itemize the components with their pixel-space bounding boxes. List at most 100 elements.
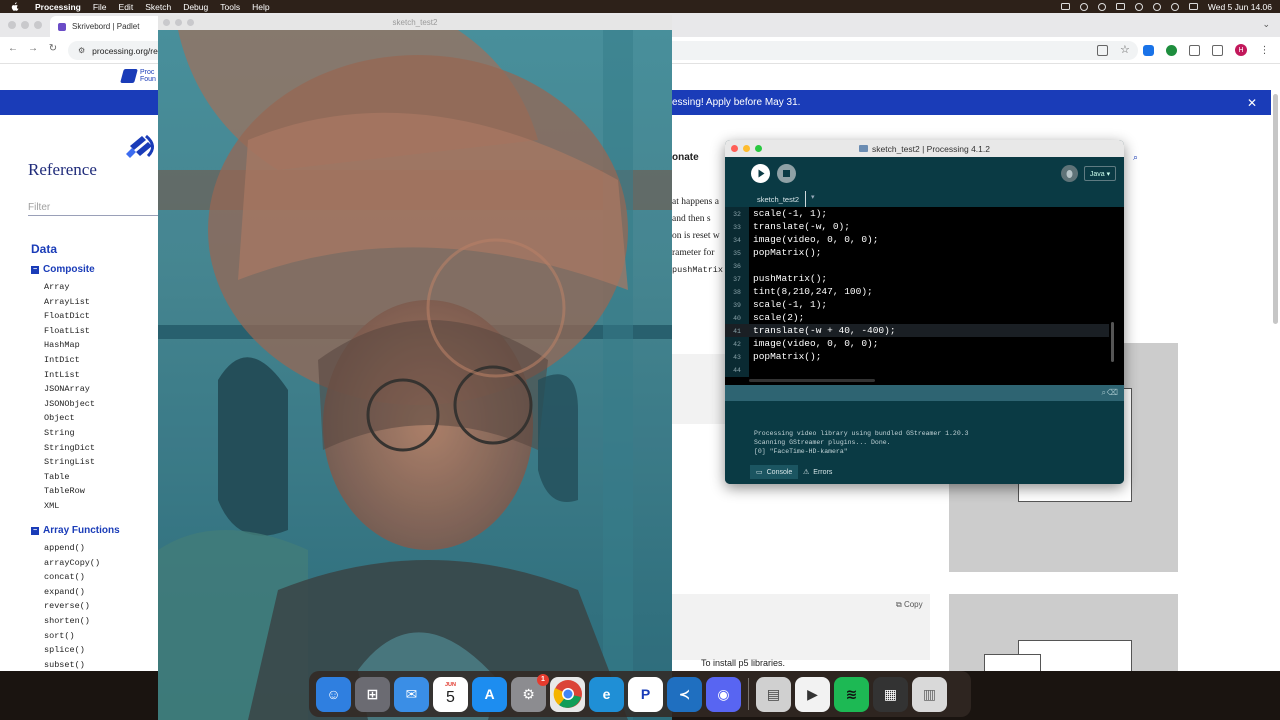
weather-icon[interactable] [1097, 2, 1106, 11]
display-icon[interactable] [1060, 3, 1070, 10]
zoom-icon[interactable] [187, 19, 194, 26]
list-item[interactable]: concat() [44, 570, 100, 585]
chrome-icon[interactable] [550, 676, 585, 712]
stop-button[interactable] [777, 164, 796, 183]
list-item[interactable]: StringList [44, 455, 95, 470]
code-line[interactable]: 36 [725, 259, 1109, 272]
code-line[interactable]: 44 [725, 363, 1109, 376]
code-line[interactable]: 39 scale(-1, 1); [725, 298, 1109, 311]
list-item[interactable]: splice() [44, 643, 100, 658]
code-line[interactable]: 38 tint(8,210,247, 100); [725, 285, 1109, 298]
list-item[interactable]: IntList [44, 368, 95, 383]
filter-input[interactable]: Filter [28, 202, 158, 216]
list-item[interactable]: shorten() [44, 614, 100, 629]
reload-icon[interactable]: ↻ [46, 43, 60, 54]
tab-sketch-test2[interactable]: sketch_test2 [751, 191, 807, 207]
code-line[interactable]: 40 scale(2); [725, 311, 1109, 324]
site-info-icon[interactable]: ⚙ [78, 46, 85, 55]
minimize-icon[interactable] [743, 145, 750, 152]
code-line[interactable]: 34 image(video, 0, 0, 0); [725, 233, 1109, 246]
page-scrollbar[interactable] [1273, 94, 1278, 324]
menu-tools[interactable]: Tools [220, 2, 240, 12]
finder-icon[interactable]: ☺ [316, 676, 351, 712]
list-item[interactable]: Table [44, 470, 95, 485]
list-item[interactable]: IntDict [44, 353, 95, 368]
list-item[interactable]: HashMap [44, 338, 95, 353]
extension-a-icon[interactable] [1143, 44, 1154, 56]
copy-button[interactable]: ⧉ Copy [896, 600, 923, 610]
list-item[interactable]: Array [44, 280, 95, 295]
list-item[interactable]: FloatList [44, 324, 95, 339]
profile-avatar[interactable]: H [1235, 44, 1247, 56]
collapse-icon[interactable]: − [31, 265, 39, 274]
console-divider[interactable]: ⌕ ⌫ [725, 385, 1124, 401]
ide-titlebar[interactable]: sketch_test2 | Processing 4.1.2 [725, 140, 1124, 157]
launchpad-icon[interactable]: ⊞ [355, 676, 390, 712]
close-icon[interactable] [8, 21, 16, 29]
app-store-icon[interactable]: A [472, 676, 507, 712]
list-item[interactable]: String [44, 426, 95, 441]
mail-icon[interactable]: ✉ [394, 676, 429, 712]
apple-icon[interactable] [9, 2, 21, 11]
zoom-icon[interactable] [34, 21, 42, 29]
processing-logo-icon[interactable] [124, 132, 158, 162]
list-item[interactable]: arrayCopy() [44, 556, 100, 571]
list-item[interactable]: Object [44, 411, 95, 426]
mode-selector[interactable]: Java ▾ [1084, 166, 1116, 181]
code-line[interactable]: 32 scale(-1, 1); [725, 207, 1109, 220]
console-search-icon[interactable]: ⌕ [1102, 388, 1106, 398]
banner-close-icon[interactable]: ✕ [1247, 96, 1257, 110]
wifi-icon[interactable] [1152, 2, 1161, 11]
menu-clock[interactable]: Wed 5 Jun 14.06 [1208, 2, 1272, 12]
processing-icon[interactable]: P [628, 676, 663, 712]
list-item[interactable]: append() [44, 541, 100, 556]
group-array-functions[interactable]: − Array Functions [31, 525, 120, 536]
run-button[interactable] [751, 164, 770, 183]
tab-console[interactable]: ▭ Console [750, 465, 799, 479]
zoom-icon[interactable] [755, 145, 762, 152]
list-item[interactable]: sort() [44, 629, 100, 644]
editor-hscroll[interactable] [749, 379, 875, 382]
screen-recording-icon[interactable]: ▦ [873, 676, 908, 712]
quicktime-icon[interactable]: ▶ [795, 676, 830, 712]
tab-errors[interactable]: ⚠ Errors [797, 465, 838, 479]
calendar-icon[interactable]: JUN 5 [433, 676, 468, 712]
menu-app[interactable]: Processing [35, 2, 81, 12]
minimize-icon[interactable] [175, 19, 182, 26]
discord-icon[interactable]: ◉ [706, 676, 741, 712]
install-icon[interactable] [1097, 44, 1108, 56]
extension-b-icon[interactable] [1166, 44, 1177, 56]
console-clear-icon[interactable]: ⌫ [1107, 388, 1118, 397]
code-line[interactable]: 43 popMatrix(); [725, 350, 1109, 363]
list-item[interactable]: JSONArray [44, 382, 95, 397]
debug-button[interactable] [1061, 165, 1078, 182]
banner-text[interactable]: essing! Apply before May 31. [672, 97, 800, 108]
menu-kebab-icon[interactable]: ⋮ [1259, 45, 1270, 56]
current-code-line[interactable]: 41 translate(-w + 40, -400); [725, 324, 1109, 337]
bookmark-star-icon[interactable]: ☆ [1120, 44, 1131, 56]
code-line[interactable]: 42 image(video, 0, 0, 0); [725, 337, 1109, 350]
trash-icon[interactable]: ▥ [912, 676, 947, 712]
code-line[interactable]: 35 popMatrix(); [725, 246, 1109, 259]
status-icon[interactable] [1079, 2, 1088, 11]
back-icon[interactable]: ← [6, 43, 20, 54]
sketch-titlebar[interactable]: sketch_test2 [158, 15, 672, 30]
vscode-icon[interactable]: ≺ [667, 676, 702, 712]
menu-file[interactable]: File [93, 2, 107, 12]
donate-link[interactable]: onate [672, 152, 699, 163]
list-item[interactable]: XML [44, 499, 95, 514]
list-item[interactable]: StringDict [44, 441, 95, 456]
extensions-icon[interactable] [1189, 44, 1200, 56]
menu-sketch[interactable]: Sketch [145, 2, 171, 12]
editor-scrollbar[interactable] [1111, 322, 1114, 362]
chevron-down-icon[interactable]: ⌄ [1262, 19, 1270, 30]
list-item[interactable]: ArrayList [44, 295, 95, 310]
spotify-icon[interactable]: ≋ [834, 676, 869, 712]
close-icon[interactable] [163, 19, 170, 26]
system-settings-icon[interactable]: ⚙ 1 [511, 673, 549, 712]
search-icon[interactable] [1170, 2, 1179, 11]
close-icon[interactable] [731, 145, 738, 152]
list-item[interactable]: FloatDict [44, 309, 95, 324]
processing-foundation-logo[interactable]: Proc Foun [120, 69, 156, 83]
list-item[interactable]: JSONObject [44, 397, 95, 412]
